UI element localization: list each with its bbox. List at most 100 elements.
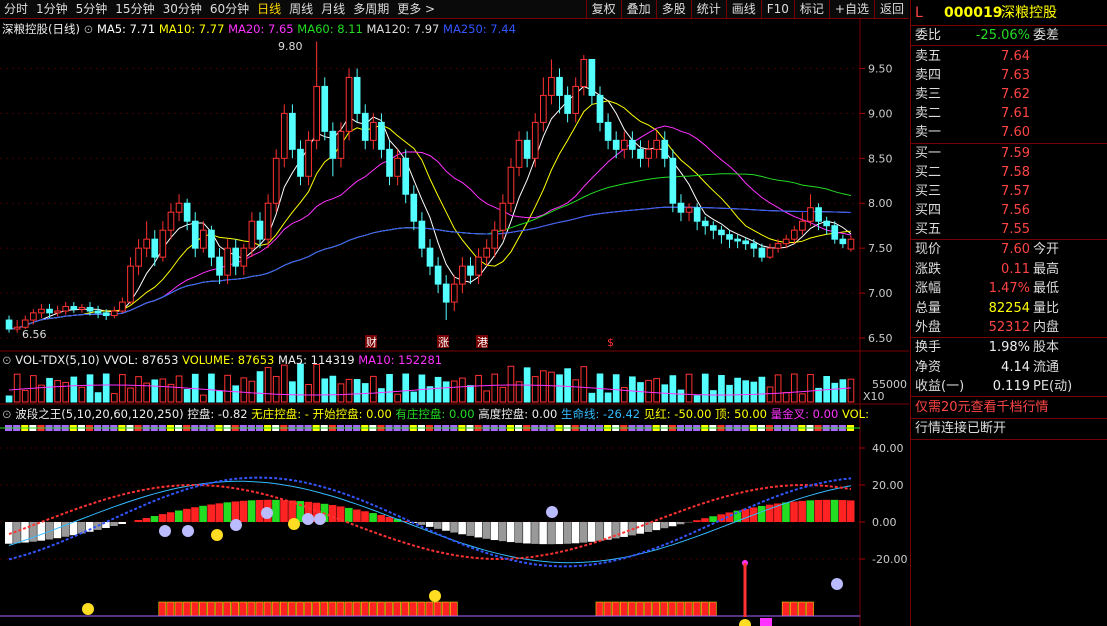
volume-bar [677, 389, 685, 403]
stat-row: 涨跌 0.11 最高 [911, 260, 1107, 279]
bottom-bar [279, 601, 288, 617]
candle-body [191, 220, 199, 249]
toolbar-button[interactable]: 统计 [690, 0, 726, 18]
histogram-bar [361, 511, 369, 522]
candle-body [289, 112, 296, 150]
volume-bar [54, 380, 61, 403]
candle-body [297, 148, 304, 177]
period-tab[interactable]: 30分钟 [159, 0, 206, 18]
row-label: 总量 [915, 300, 942, 316]
candle-body [718, 229, 725, 236]
candle-body [847, 238, 855, 250]
period-tab[interactable]: 5分钟 [72, 0, 112, 18]
price-tick-label: 7.50 [868, 242, 893, 255]
bottom-bar [207, 601, 215, 617]
candle-body [580, 58, 588, 87]
period-tab[interactable]: 月线 [317, 0, 349, 18]
histogram-bar [69, 522, 78, 536]
stat-row: 涨幅 1.47% 最低 [911, 279, 1107, 298]
row-label: 卖四 [915, 68, 942, 83]
candle-body [345, 76, 353, 132]
candle-body [807, 207, 814, 222]
toolbar-button[interactable]: 叠加 [620, 0, 656, 18]
row-label2: 股本 [1033, 340, 1060, 355]
row-value: 7.57 [1001, 184, 1030, 199]
chart-canvas[interactable]: 9.50 9.00 8.50 8.00 7.50 7.00 6.50 9.80 6.56 财 涨 港 $… [0, 19, 909, 626]
candle-body [127, 265, 134, 303]
smiley-icon [739, 619, 751, 626]
price-tick-label: 9.50 [868, 62, 893, 75]
stock-code: 000019 [944, 5, 1003, 21]
volume-bar [782, 391, 790, 403]
promo-link[interactable]: 仅需20元查看千档行情 [911, 398, 1107, 417]
volume-bar [280, 364, 288, 403]
volume-bar [790, 373, 798, 403]
smiley-icon [429, 590, 441, 602]
period-tab[interactable]: 1分钟 [32, 0, 72, 18]
volume-bar [394, 393, 401, 403]
candle-body [272, 157, 280, 204]
ind-tick-label: 0.00 [872, 516, 897, 529]
toolbar-button[interactable]: 复权 [585, 0, 621, 18]
bottom-bar [247, 601, 256, 617]
period-tab[interactable]: 60分钟 [206, 0, 253, 18]
smiley-icon [211, 529, 223, 541]
volume-bar [766, 386, 774, 403]
candle-body [531, 121, 539, 159]
settings-icon[interactable]: ⊙ [2, 353, 12, 367]
weibi-value: -25.06% [975, 28, 1030, 43]
toolbar-button[interactable]: F10 [760, 0, 794, 18]
volume-bar [807, 374, 814, 403]
candle-body [175, 202, 183, 213]
ind-yz: 有庄控盘: 0.00 [395, 407, 475, 421]
price-tick-label: 9.00 [868, 107, 893, 120]
period-tab[interactable]: 分时 [0, 0, 32, 18]
volume-bar [248, 380, 256, 403]
volume-bar [127, 387, 134, 403]
row-label2: 内盘 [1033, 320, 1060, 335]
volume-bar [297, 363, 304, 403]
period-tab[interactable]: 15分钟 [111, 0, 158, 18]
toolbar-button[interactable]: 多股 [655, 0, 691, 18]
candle-body [224, 247, 231, 276]
period-tab[interactable]: 多周期 [349, 0, 393, 18]
candle-body [143, 238, 150, 249]
smiley-icon [159, 525, 171, 537]
histogram-bar [798, 500, 806, 522]
event-marker: 港 [477, 336, 488, 349]
period-tab[interactable]: 日线 [253, 0, 285, 18]
volume-bar [264, 367, 272, 403]
volume-bar [321, 378, 329, 403]
smiley-icon [261, 507, 273, 519]
bottom-bar [449, 601, 458, 617]
volume-bar [442, 381, 450, 403]
histogram-bar [280, 500, 288, 522]
volume-bar [839, 379, 847, 403]
bottom-bar [385, 601, 393, 617]
settings-icon[interactable]: ⊙ [84, 22, 94, 36]
ask-row: 卖四 7.63 [911, 66, 1107, 85]
toolbar-button[interactable]: +自选 [828, 0, 874, 18]
stock-prefix: L [915, 5, 923, 21]
toolbar-button[interactable]: 标记 [793, 0, 829, 18]
candle-body [548, 76, 555, 96]
bottom-bar [709, 601, 717, 617]
ma10-label: MA10: 7.77 [158, 22, 225, 36]
histogram-bar [247, 500, 256, 522]
candle-body [459, 265, 466, 285]
settings-icon[interactable]: ⊙ [2, 407, 12, 421]
bottom-bar [409, 601, 418, 617]
vol-unit-label: X10 [863, 390, 885, 403]
volume-bar [305, 384, 312, 403]
period-tab[interactable]: 周线 [285, 0, 317, 18]
ind-tick-label: 40.00 [872, 442, 904, 455]
row-label: 换手 [915, 340, 942, 355]
vvol-label: VVOL: 87653 [103, 353, 179, 367]
toolbar-button[interactable]: 画线 [725, 0, 761, 18]
volume-bar [135, 376, 142, 403]
histogram-bar [353, 509, 361, 522]
volume-bar [645, 379, 652, 403]
volume-bar [847, 378, 855, 403]
period-tab[interactable]: 更多 > [393, 0, 439, 18]
toolbar-button[interactable]: 返回 [873, 0, 909, 18]
